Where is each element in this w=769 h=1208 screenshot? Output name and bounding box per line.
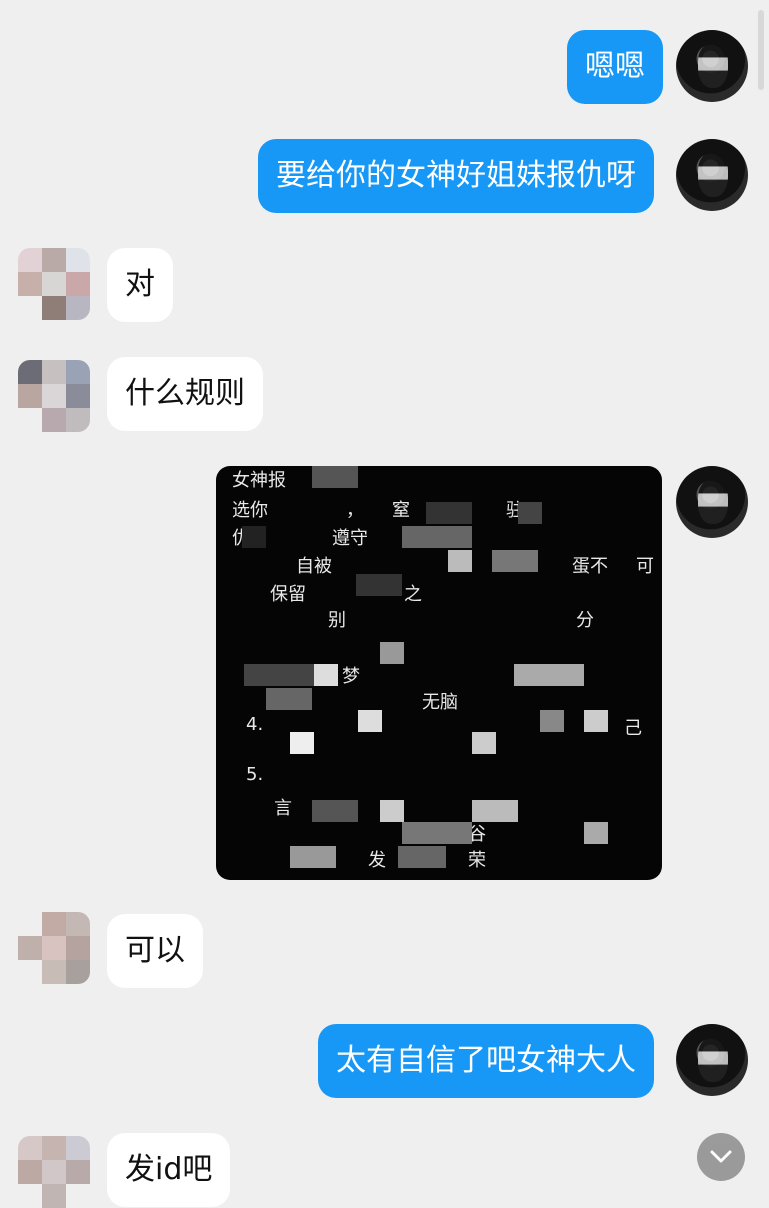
image-text: 言 <box>274 798 292 819</box>
pixelation-block <box>584 822 608 844</box>
pixelation-block <box>312 466 358 488</box>
message-bubble-incoming[interactable]: 对 <box>107 248 173 322</box>
message-bubble-incoming[interactable]: 可以 <box>107 914 203 988</box>
scrollbar[interactable] <box>758 10 764 90</box>
image-text: 荣 <box>468 850 486 871</box>
avatar[interactable] <box>18 1136 90 1208</box>
pixelation-block <box>540 710 564 732</box>
pixelation-block <box>514 664 584 686</box>
pixelation-block <box>290 846 336 868</box>
image-text: 遵守 <box>332 528 368 549</box>
message-bubble-outgoing[interactable]: 太有自信了吧女神大人 <box>318 1024 654 1098</box>
image-text: 发 <box>368 850 386 871</box>
image-text: 选你 <box>232 500 268 521</box>
avatar[interactable] <box>18 912 90 984</box>
pixelation-block <box>448 550 472 572</box>
image-text: 蛋不 <box>572 556 608 577</box>
image-text: 女神报 <box>232 470 286 491</box>
image-text: 窒 <box>392 500 410 521</box>
message-bubble-outgoing[interactable]: 嗯嗯 <box>567 30 663 104</box>
chevron-down-icon <box>710 1150 732 1163</box>
avatar[interactable] <box>676 1024 748 1096</box>
image-text: 之 <box>404 584 422 605</box>
pixelation-block <box>472 800 518 822</box>
avatar[interactable] <box>18 248 90 320</box>
pixelation-block <box>472 732 496 754</box>
pixelation-block <box>402 526 472 548</box>
pixelation-block <box>242 526 266 548</box>
image-text: 保留 <box>270 584 306 605</box>
avatar[interactable] <box>676 466 748 538</box>
pixelation-block <box>314 664 338 686</box>
pixelation-block <box>380 642 404 664</box>
message-bubble-outgoing[interactable]: 要给你的女神好姐妹报仇呀 <box>258 139 654 213</box>
pixelation-block <box>398 846 446 868</box>
pixelation-block <box>426 502 472 524</box>
pixelation-block <box>266 688 312 710</box>
pixelation-block <box>290 732 314 754</box>
chat-thread[interactable]: 嗯嗯 要给你的女神好姐妹报仇呀 对 什么规则 女神报 选你 ， 窒 驻 仇 遵守… <box>0 0 769 1208</box>
image-message[interactable]: 女神报 选你 ， 窒 驻 仇 遵守 自被 蛋不 可 保留 之 别 分 梦 无脑 … <box>216 466 662 880</box>
scroll-to-bottom-button[interactable] <box>697 1133 745 1181</box>
image-text: 分 <box>576 610 594 631</box>
pixelation-block <box>358 710 382 732</box>
pixelation-block <box>356 574 402 596</box>
image-text: 自被 <box>296 556 332 577</box>
image-text: 梦 <box>342 666 360 687</box>
image-text: 别 <box>328 610 346 631</box>
pixelation-block <box>518 502 542 524</box>
message-bubble-incoming[interactable]: 发id吧 <box>107 1133 231 1207</box>
image-text: 4. <box>246 714 264 735</box>
pixelation-block <box>312 800 358 822</box>
avatar[interactable] <box>676 30 748 102</box>
avatar[interactable] <box>18 360 90 432</box>
avatar[interactable] <box>676 139 748 211</box>
image-text: 无脑 <box>422 692 458 713</box>
image-text: 5. <box>246 764 264 785</box>
image-text: ， <box>346 500 364 521</box>
pixelation-block <box>380 800 404 822</box>
pixelation-block <box>492 550 538 572</box>
pixelation-block <box>244 664 314 686</box>
message-bubble-incoming[interactable]: 什么规则 <box>107 357 263 431</box>
pixelation-block <box>584 710 608 732</box>
image-text: 可 <box>636 556 654 577</box>
pixelation-block <box>402 822 472 844</box>
image-text: 己 <box>624 718 642 739</box>
